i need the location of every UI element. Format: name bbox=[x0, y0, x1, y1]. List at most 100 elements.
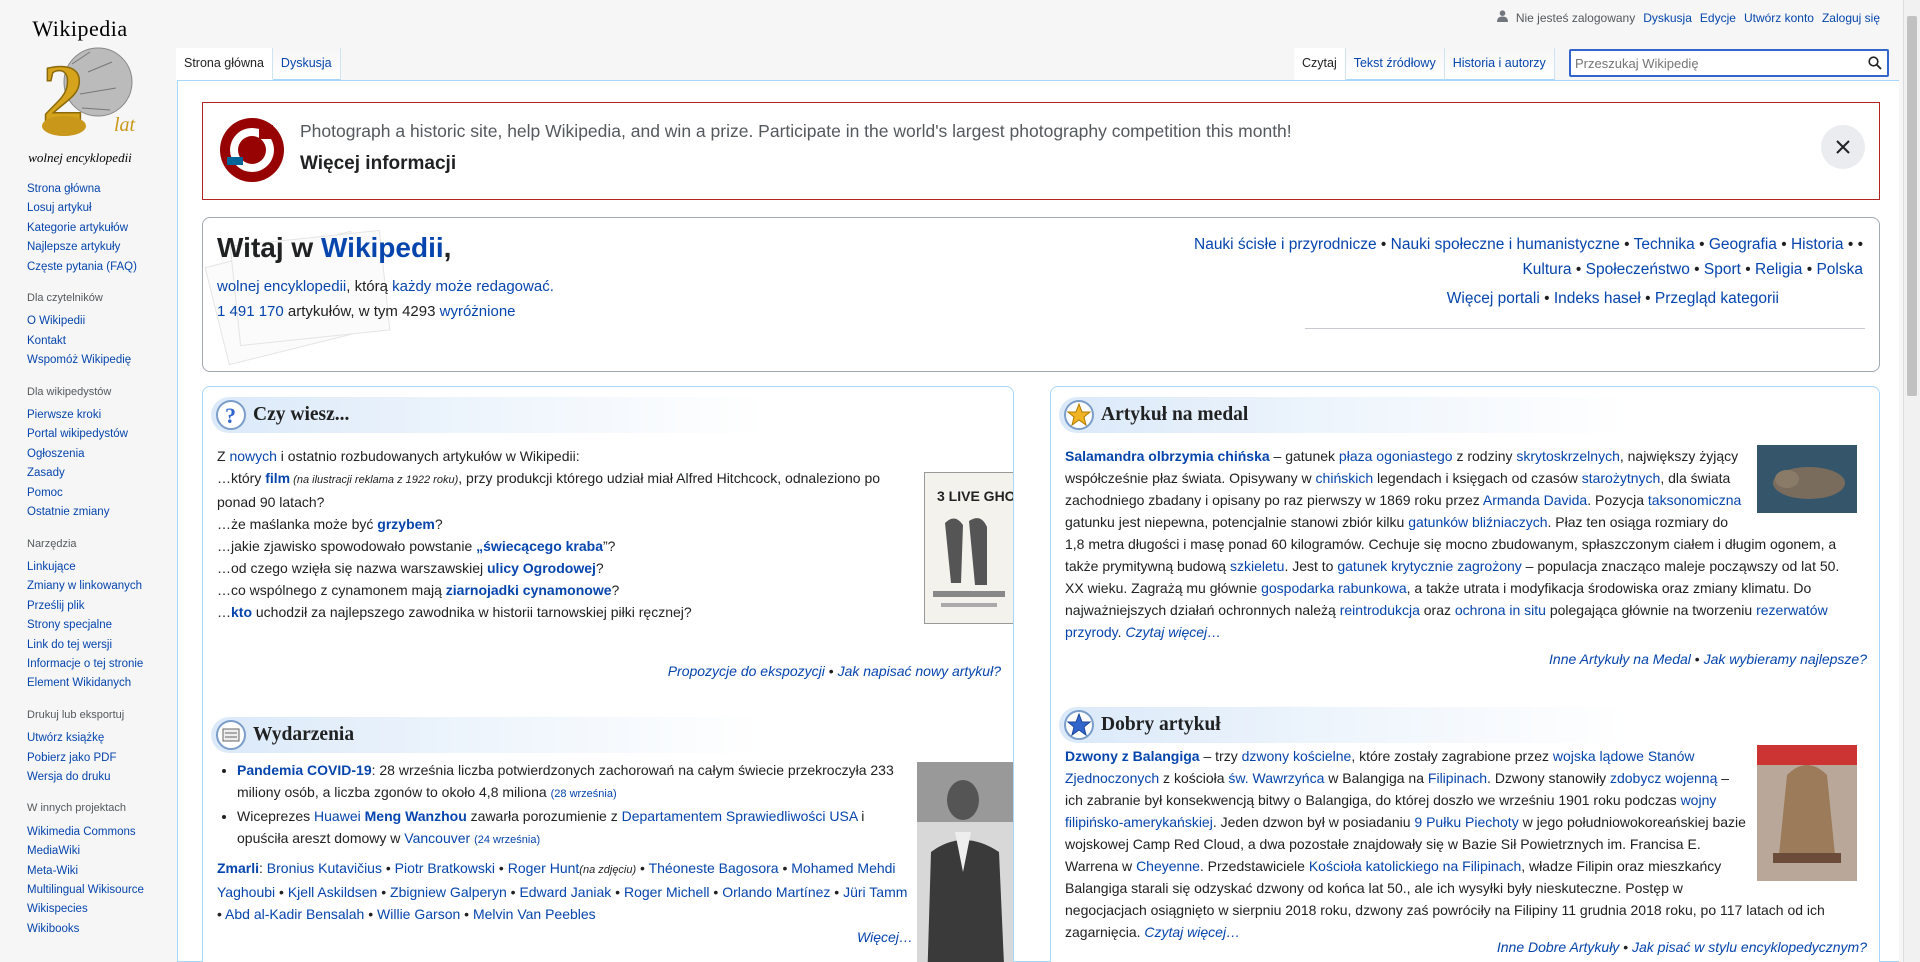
dyk-howto-link[interactable]: Jak napisać nowy artykuł? bbox=[838, 663, 1001, 679]
bell-image[interactable] bbox=[1757, 745, 1857, 881]
sidebar-link[interactable]: Częste pytania (FAQ) bbox=[27, 261, 137, 273]
dyk-new-link[interactable]: nowych bbox=[229, 448, 276, 464]
death-link[interactable]: Piotr Bratkowski bbox=[395, 860, 495, 876]
inline-link[interactable]: zdobycz wojenną bbox=[1610, 770, 1717, 786]
death-link[interactable]: Melvin Van Peebles bbox=[473, 906, 596, 922]
sidebar-link[interactable]: Ostatnie zmiany bbox=[27, 506, 109, 518]
dyk-krab-link[interactable]: „świecącego kraba bbox=[476, 538, 603, 554]
inline-link[interactable]: Armanda Davida bbox=[1483, 492, 1587, 508]
sidebar-link[interactable]: Wspomóż Wikipedię bbox=[27, 354, 131, 366]
how-we-choose-link[interactable]: Jak wybieramy najlepsze? bbox=[1704, 651, 1867, 667]
inline-link[interactable]: 9 Pułku Piechoty bbox=[1414, 814, 1518, 830]
inline-link[interactable]: Kościoła katolickiego na Filipinach bbox=[1309, 858, 1521, 874]
portal-link[interactable]: Nauki ścisłe i przyrodnicze bbox=[1194, 236, 1377, 253]
death-link[interactable]: Edward Janiak bbox=[519, 884, 611, 900]
other-good-link[interactable]: Inne Dobre Artykuły bbox=[1497, 939, 1619, 955]
inline-link[interactable]: płaza ogoniastego bbox=[1339, 448, 1453, 464]
tab-history[interactable]: Historia i autorzy bbox=[1444, 48, 1555, 80]
portal-link[interactable]: Kultura bbox=[1522, 261, 1571, 278]
inline-link[interactable]: taksonomiczna bbox=[1648, 492, 1741, 508]
portal-link[interactable]: Sport bbox=[1704, 261, 1741, 278]
covid-link[interactable]: Pandemia COVID-19 bbox=[237, 762, 372, 778]
inline-link[interactable]: gatunków bliźniaczych bbox=[1408, 514, 1547, 530]
inline-link[interactable]: dzwony kościelne bbox=[1242, 748, 1352, 764]
create-account-link[interactable]: Utwórz konto bbox=[1744, 11, 1814, 25]
banner-more-link[interactable]: Więcej informacji bbox=[300, 153, 456, 175]
portal-link[interactable]: Społeczeństwo bbox=[1586, 261, 1690, 278]
sidebar-link[interactable]: Pobierz jako PDF bbox=[27, 752, 116, 764]
tab-main-page[interactable]: Strona główna bbox=[176, 48, 273, 80]
inline-link[interactable]: gospodarka rabunkowa bbox=[1261, 580, 1407, 596]
search-input[interactable] bbox=[1571, 55, 1863, 71]
dyk-kto-link[interactable]: kto bbox=[231, 604, 252, 620]
portal-link[interactable]: Religia bbox=[1755, 261, 1802, 278]
banner-close-button[interactable] bbox=[1821, 125, 1865, 169]
portal-more-link[interactable]: Więcej portali bbox=[1447, 290, 1540, 307]
death-link[interactable]: Roger Hunt bbox=[508, 860, 580, 876]
login-link[interactable]: Zaloguj się bbox=[1822, 11, 1880, 25]
inline-link[interactable]: Czytaj więcej… bbox=[1125, 624, 1221, 640]
sidebar-link[interactable]: Ogłoszenia bbox=[27, 448, 85, 460]
portal-link[interactable]: Nauki społeczne i humanistyczne bbox=[1391, 236, 1620, 253]
portal-link[interactable]: Geografia bbox=[1709, 236, 1777, 253]
event-photo-image[interactable] bbox=[917, 762, 1013, 962]
sidebar-link[interactable]: Wikibooks bbox=[27, 923, 79, 935]
death-link[interactable]: Bronius Kutavičius bbox=[267, 860, 382, 876]
dyk-ogrodowa-link[interactable]: ulicy Ogrodowej bbox=[487, 560, 596, 576]
events-more-link[interactable]: Więcej… bbox=[857, 929, 913, 945]
tab-talk[interactable]: Dyskusja bbox=[272, 48, 341, 80]
search-icon[interactable] bbox=[1863, 51, 1887, 75]
welcome-wikipedia-link[interactable]: Wikipedii bbox=[321, 232, 444, 263]
death-link[interactable]: Roger Michell bbox=[624, 884, 710, 900]
article-count-link[interactable]: 1 491 170 bbox=[217, 303, 284, 320]
deaths-label-link[interactable]: Zmarli bbox=[217, 860, 259, 876]
inline-link[interactable]: ochrona in situ bbox=[1455, 602, 1546, 618]
tab-view-source[interactable]: Tekst źródłowy bbox=[1345, 48, 1445, 80]
dyk-grzyb-link[interactable]: grzybem bbox=[377, 516, 435, 532]
sidebar-link[interactable]: Informacje o tej stronie bbox=[27, 658, 143, 670]
event-date-link[interactable]: (24 września) bbox=[474, 834, 540, 846]
sidebar-link[interactable]: Wikispecies bbox=[27, 903, 88, 915]
death-link[interactable]: Zbigniew Galperyn bbox=[390, 884, 507, 900]
inline-link[interactable]: Czytaj więcej… bbox=[1144, 924, 1240, 940]
sidebar-link[interactable]: Utwórz książkę bbox=[27, 732, 104, 744]
death-link[interactable]: Théoneste Bagosora bbox=[649, 860, 779, 876]
meng-link[interactable]: Meng Wanzhou bbox=[365, 808, 467, 824]
portal-link[interactable]: Technika bbox=[1634, 236, 1695, 253]
inline-link[interactable]: Cheyenne bbox=[1136, 858, 1200, 874]
inline-link[interactable]: św. Wawrzyńca bbox=[1228, 770, 1324, 786]
death-link[interactable]: Orlando Martínez bbox=[722, 884, 830, 900]
sidebar-link[interactable]: Kontakt bbox=[27, 335, 66, 347]
death-link[interactable]: Willie Garson bbox=[377, 906, 460, 922]
sidebar-link[interactable]: Kategorie artykułów bbox=[27, 222, 128, 234]
portal-link[interactable]: Historia bbox=[1791, 236, 1844, 253]
sidebar-link[interactable]: Zasady bbox=[27, 467, 65, 479]
inline-link[interactable]: skrytoskrzelnych bbox=[1516, 448, 1619, 464]
free-encyclopedia-link[interactable]: wolnej encyklopedii bbox=[217, 278, 346, 295]
doj-link[interactable]: Departamentem Sprawiedliwości USA bbox=[622, 808, 858, 824]
dyk-proposals-link[interactable]: Propozycje do ekspozycji bbox=[668, 663, 825, 679]
event-date-link[interactable]: (28 września) bbox=[551, 788, 617, 800]
sidebar-link[interactable]: Linkujące bbox=[27, 561, 76, 573]
sidebar-link[interactable]: Zmiany w linkowanych bbox=[27, 580, 142, 592]
inline-link[interactable]: szkieletu bbox=[1230, 558, 1284, 574]
sidebar-link[interactable]: Strony specjalne bbox=[27, 619, 112, 631]
huawei-link[interactable]: Huawei bbox=[314, 808, 361, 824]
death-link[interactable]: Kjell Askildsen bbox=[288, 884, 378, 900]
film-poster-image[interactable]: 3 LIVE GHOSTS bbox=[924, 472, 1013, 624]
salamander-image[interactable] bbox=[1757, 445, 1857, 513]
sidebar-link[interactable]: Wikimedia Commons bbox=[27, 826, 136, 838]
sidebar-link[interactable]: Najlepsze artykuły bbox=[27, 241, 120, 253]
sidebar-link[interactable]: Link do tej wersji bbox=[27, 639, 112, 651]
sidebar-link[interactable]: Element Wikidanych bbox=[27, 677, 131, 689]
portal-more-link[interactable]: Przegląd kategorii bbox=[1655, 290, 1779, 307]
inline-link[interactable]: reintrodukcja bbox=[1340, 602, 1420, 618]
sidebar-link[interactable]: Prześlij plik bbox=[27, 600, 85, 612]
dyk-film-link[interactable]: film bbox=[265, 470, 290, 486]
scrollbar[interactable] bbox=[1903, 0, 1920, 962]
dyk-ziarnojadki-link[interactable]: ziarnojadki cynamonowe bbox=[446, 582, 612, 598]
user-contribs-link[interactable]: Edycje bbox=[1700, 11, 1736, 25]
inline-link[interactable]: Filipinach bbox=[1428, 770, 1487, 786]
vancouver-link[interactable]: Vancouver bbox=[404, 830, 470, 846]
tab-read[interactable]: Czytaj bbox=[1294, 48, 1346, 80]
